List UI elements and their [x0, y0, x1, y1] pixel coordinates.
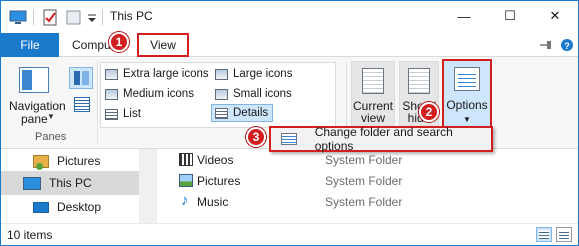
- pin-ribbon-icon[interactable]: [539, 39, 553, 51]
- current-view-label-2: view: [360, 111, 385, 125]
- file-row[interactable]: Pictures System Folder: [157, 171, 578, 191]
- layout-extra-large-label: Extra large icons: [123, 68, 209, 80]
- show-hide-icon: [408, 68, 430, 94]
- layout-small-icons[interactable]: Small icons: [215, 86, 292, 102]
- help-icon[interactable]: ?: [560, 38, 574, 52]
- nav-pane-scrollbar[interactable]: [139, 149, 157, 223]
- tab-view[interactable]: View: [137, 33, 189, 57]
- layout-details[interactable]: Details: [211, 104, 274, 122]
- current-view-button[interactable]: Current view: [351, 61, 395, 127]
- layout-medium-icons[interactable]: Medium icons: [105, 86, 194, 102]
- layout-extra-large-icons[interactable]: Extra large icons: [105, 66, 209, 82]
- nav-pane-label-1[interactable]: Navigation: [9, 99, 66, 113]
- this-pc-icon: [9, 10, 27, 24]
- title-bar: This PC — ☐ ✕: [1, 1, 578, 33]
- preview-pane-button[interactable]: [69, 67, 93, 89]
- change-folder-options-item[interactable]: Change folder and search options: [315, 125, 491, 153]
- music-icon: ♪: [181, 192, 189, 209]
- title-separator: [33, 9, 34, 25]
- desktop-icon: [33, 201, 49, 213]
- panes-group-label: Panes: [35, 131, 67, 143]
- nav-pane-dropdown-icon[interactable]: ▼: [47, 112, 55, 121]
- maximize-button[interactable]: ☐: [487, 1, 533, 31]
- callout-badge-2: 2: [419, 102, 439, 122]
- nav-item-pictures[interactable]: Pictures: [1, 149, 139, 173]
- details-view-toggle[interactable]: [536, 227, 552, 242]
- file-name: Pictures: [197, 174, 241, 188]
- layout-small-label: Small icons: [233, 88, 292, 100]
- minimize-button[interactable]: —: [441, 1, 487, 31]
- layout-large-icons[interactable]: Large icons: [215, 66, 292, 82]
- pictures-icon: [33, 154, 49, 170]
- file-row[interactable]: Videos System Folder: [157, 150, 578, 170]
- layout-gallery: Extra large icons Large icons Medium ico…: [100, 62, 436, 133]
- window-title: This PC: [110, 9, 153, 23]
- callout-badge-1: 1: [109, 32, 129, 52]
- nav-pane-label-2[interactable]: pane: [21, 112, 48, 126]
- nav-item-desktop[interactable]: Desktop: [1, 195, 139, 219]
- file-explorer-window: This PC — ☐ ✕ File Computer View ? 1 Nav…: [0, 0, 579, 246]
- layout-medium-label: Medium icons: [123, 88, 194, 100]
- nav-item-this-pc[interactable]: This PC: [1, 171, 139, 195]
- details-icon: [215, 107, 228, 119]
- folder-options-icon: [281, 133, 297, 145]
- large-icons-icon: [215, 68, 228, 80]
- nav-item-label: This PC: [49, 176, 92, 190]
- options-icon: [454, 67, 480, 91]
- callout-badge-3: 3: [246, 127, 266, 147]
- file-row[interactable]: ♪ Music System Folder: [157, 192, 578, 212]
- options-label: Options: [446, 98, 488, 112]
- extra-large-icons-icon: [105, 68, 118, 80]
- ribbon-tab-row: File Computer View ?: [1, 33, 578, 57]
- medium-icons-icon: [105, 88, 118, 100]
- title-separator: [102, 9, 103, 25]
- details-pane-button[interactable]: [69, 95, 93, 113]
- file-name: Music: [197, 195, 229, 209]
- file-type: System Folder: [325, 195, 403, 209]
- nav-item-label: Pictures: [57, 154, 101, 168]
- file-type: System Folder: [325, 174, 403, 188]
- layout-list-label: List: [123, 108, 141, 120]
- status-bar: 10 items: [1, 223, 578, 245]
- item-count: 10 items: [7, 228, 53, 242]
- properties-icon[interactable]: [41, 8, 59, 26]
- videos-icon: [179, 153, 193, 166]
- small-icons-icon: [215, 88, 228, 100]
- new-folder-icon[interactable]: [65, 8, 83, 26]
- navigation-pane-icon[interactable]: [19, 67, 49, 93]
- file-type: System Folder: [325, 153, 403, 167]
- nav-item-label: Desktop: [57, 200, 102, 214]
- file-list: Videos System Folder Pictures System Fol…: [157, 149, 578, 223]
- layout-details-label: Details: [233, 107, 269, 119]
- navigation-pane: Pictures This PC Desktop: [1, 149, 139, 223]
- tab-view-label: View: [150, 38, 176, 52]
- svg-text:?: ?: [564, 41, 570, 51]
- options-button[interactable]: Options ▼: [442, 59, 492, 131]
- group-separator: [97, 61, 98, 143]
- tab-file[interactable]: File: [1, 33, 59, 57]
- large-icons-view-toggle[interactable]: [556, 227, 572, 242]
- layout-large-label: Large icons: [233, 68, 293, 80]
- options-dropdown-menu: Change folder and search options: [269, 125, 493, 153]
- close-button[interactable]: ✕: [532, 1, 578, 31]
- file-name: Videos: [197, 153, 234, 167]
- list-icon: [105, 108, 118, 120]
- current-view-icon: [362, 68, 384, 94]
- quick-access-dropdown-icon[interactable]: [86, 8, 98, 26]
- this-pc-icon: [23, 176, 41, 190]
- layout-list[interactable]: List: [105, 106, 141, 122]
- pictures-icon: [179, 174, 193, 187]
